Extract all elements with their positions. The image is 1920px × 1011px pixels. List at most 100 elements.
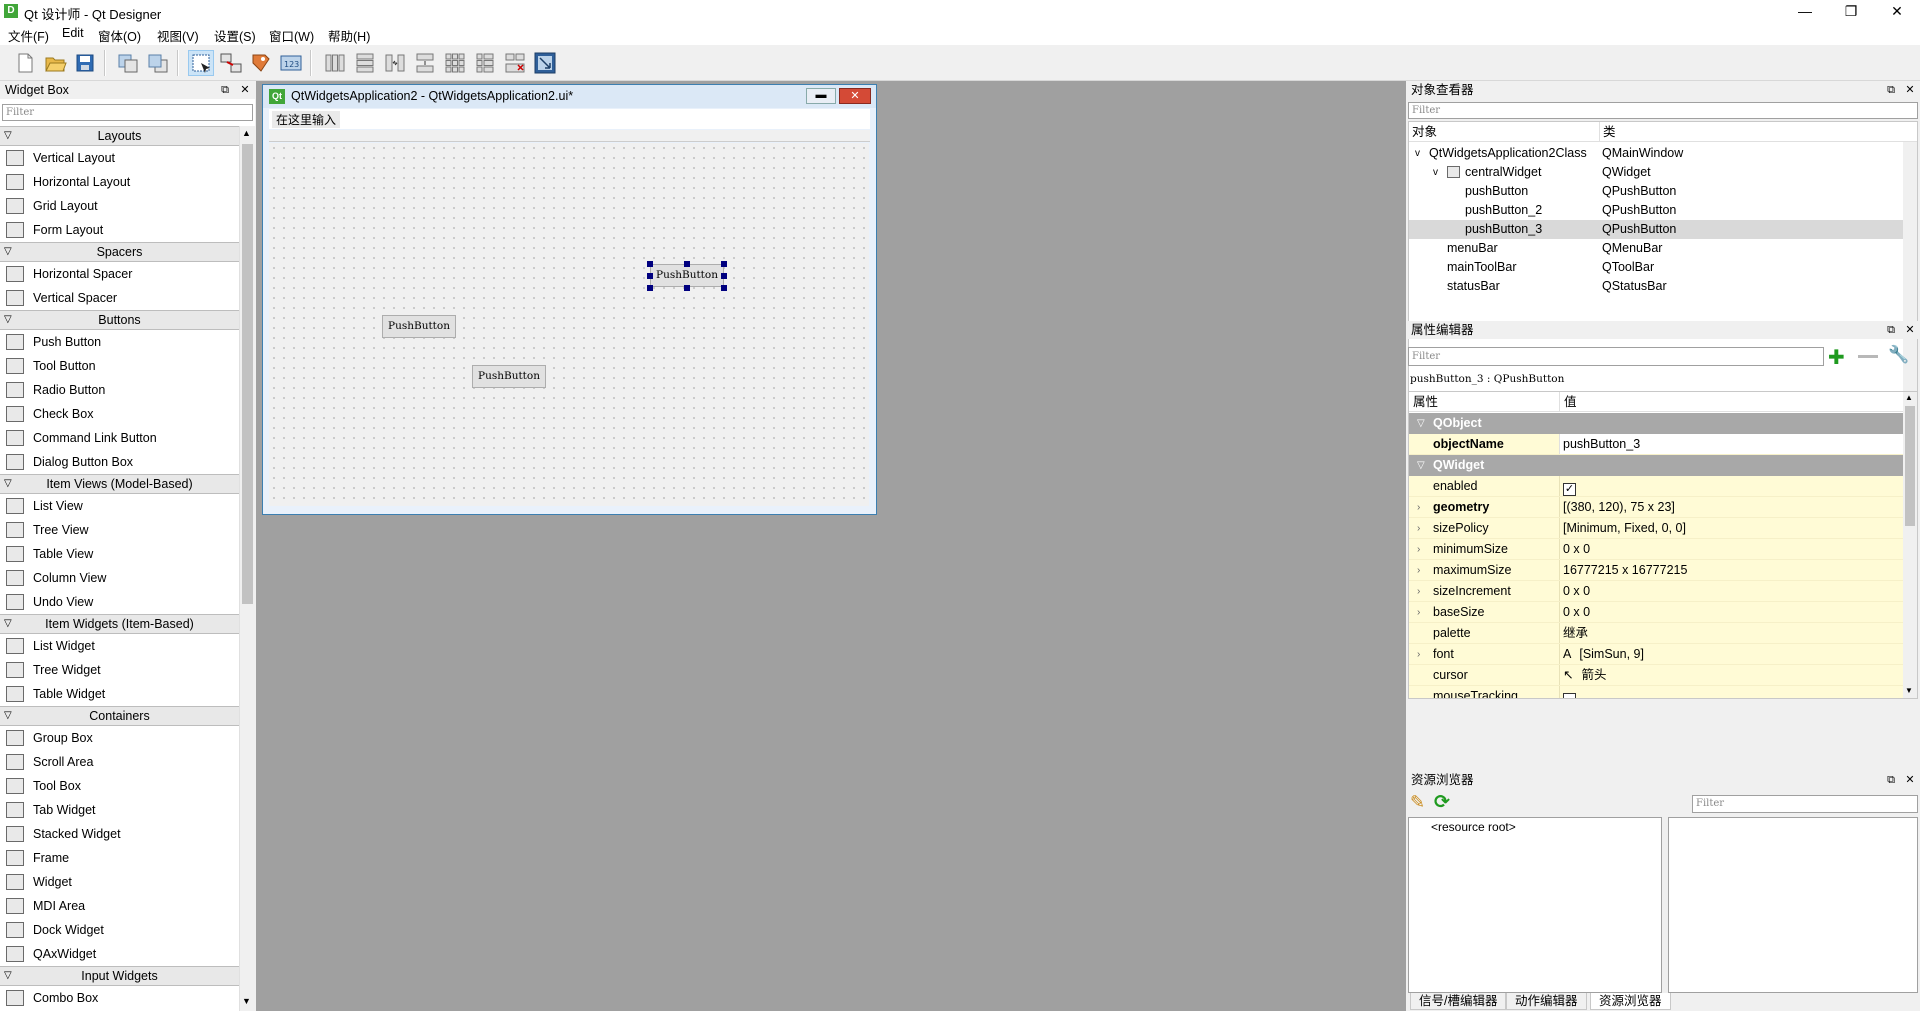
object-tree-row[interactable]: menuBar QMenuBar	[1409, 239, 1903, 258]
close-dock-icon[interactable]: ✕	[1903, 81, 1917, 99]
menu-file[interactable]: 文件(F)	[8, 26, 49, 45]
bring-to-front-icon[interactable]	[145, 50, 171, 76]
layout-horizontal-icon[interactable]	[322, 50, 348, 76]
selection-handle[interactable]	[721, 285, 727, 291]
send-to-back-icon[interactable]	[115, 50, 141, 76]
open-folder-icon[interactable]	[42, 50, 68, 76]
chevron-right-icon[interactable]: ›	[1417, 644, 1420, 665]
category-header[interactable]: ▽ Spacers	[0, 242, 239, 262]
widget-item-group-box[interactable]: Group Box	[0, 726, 239, 750]
float-icon[interactable]: ⧉	[1884, 321, 1898, 339]
selection-handle[interactable]	[647, 261, 653, 267]
menu-form[interactable]: 窗体(O)	[98, 26, 141, 45]
scroll-up-icon[interactable]: ▲	[242, 128, 251, 138]
reload-icon[interactable]: ⟳	[1434, 791, 1450, 814]
property-row-cursor[interactable]: cursor ↖ 箭头	[1409, 665, 1903, 686]
break-layout-icon[interactable]	[502, 50, 528, 76]
chevron-right-icon[interactable]: ›	[1417, 539, 1420, 560]
widget-item-check-box[interactable]: Check Box	[0, 402, 239, 426]
menu-window[interactable]: 窗口(W)	[269, 26, 314, 45]
widget-item-vertical-spacer[interactable]: Vertical Spacer	[0, 286, 239, 310]
float-icon[interactable]: ⧉	[218, 81, 232, 99]
widget-item-list-view[interactable]: List View	[0, 494, 239, 518]
chevron-right-icon[interactable]: ›	[1417, 497, 1420, 518]
new-file-icon[interactable]	[12, 50, 38, 76]
resource-filter-input[interactable]: Filter	[1692, 795, 1918, 813]
widget-box-scrollbar[interactable]: ▲ ▼	[239, 126, 255, 1011]
widget-item-form-layout[interactable]: Form Layout	[0, 218, 239, 242]
property-row-objectname[interactable]: objectName pushButton_3	[1409, 434, 1903, 455]
chevron-right-icon[interactable]: ›	[1417, 581, 1420, 602]
checkbox[interactable]: ✓	[1563, 483, 1576, 497]
property-row-font[interactable]: › font A [SimSun, 9]	[1409, 644, 1903, 665]
selection-handle[interactable]	[684, 261, 690, 267]
widget-item-qaxwidget[interactable]: QAxWidget	[0, 942, 239, 966]
property-value[interactable]: 0 x 0	[1563, 602, 1590, 623]
widget-item-push-button[interactable]: Push Button	[0, 330, 239, 354]
scroll-down-icon[interactable]: ▼	[242, 996, 251, 1006]
edit-signals-slots-icon[interactable]	[218, 50, 244, 76]
close-dock-icon[interactable]: ✕	[1903, 321, 1917, 339]
save-icon[interactable]	[72, 50, 98, 76]
widget-item-column-view[interactable]: Column View	[0, 566, 239, 590]
menu-help[interactable]: 帮助(H)	[328, 26, 370, 45]
property-row-enabled[interactable]: enabled ✓	[1409, 476, 1903, 497]
tab-resource-browser[interactable]: 资源浏览器	[1590, 993, 1671, 1010]
chevron-right-icon[interactable]: ›	[1417, 560, 1420, 581]
property-value[interactable]: 0 x 0	[1563, 581, 1590, 602]
property-group-qwidget[interactable]: ▽ QWidget	[1409, 455, 1903, 476]
restore-button[interactable]: ❐	[1828, 0, 1874, 23]
widget-item-radio-button[interactable]: Radio Button	[0, 378, 239, 402]
property-row-maximumsize[interactable]: › maximumSize 16777215 x 16777215	[1409, 560, 1903, 581]
category-header[interactable]: ▽ Containers	[0, 706, 239, 726]
selection-handle[interactable]	[647, 285, 653, 291]
resource-root-item[interactable]: <resource root>	[1431, 820, 1516, 834]
widget-item-undo-view[interactable]: Undo View	[0, 590, 239, 614]
layout-vertical-splitter-icon[interactable]	[412, 50, 438, 76]
object-tree-row[interactable]: pushButton_3 QPushButton	[1409, 220, 1903, 239]
widget-box-filter-input[interactable]: Filter	[2, 104, 253, 121]
category-header[interactable]: ▽ Layouts	[0, 126, 239, 146]
widget-item-frame[interactable]: Frame	[0, 846, 239, 870]
property-value[interactable]: [Minimum, Fixed, 0, 0]	[1563, 518, 1686, 539]
property-value[interactable]: pushButton_3	[1563, 434, 1640, 455]
scroll-thumb[interactable]	[242, 144, 253, 604]
category-header[interactable]: ▽ Buttons	[0, 310, 239, 330]
minimize-button[interactable]: —	[1782, 0, 1828, 23]
menu-view[interactable]: 视图(V)	[157, 26, 199, 45]
selection-handle[interactable]	[647, 273, 653, 279]
widget-item-combo-box[interactable]: Combo Box	[0, 986, 239, 1010]
add-property-icon[interactable]: ✚	[1828, 345, 1845, 370]
category-header[interactable]: ▽ Item Widgets (Item-Based)	[0, 614, 239, 634]
tab-action-editor[interactable]: 动作编辑器	[1506, 993, 1587, 1010]
layout-vertical-icon[interactable]	[352, 50, 378, 76]
widget-item-dock-widget[interactable]: Dock Widget	[0, 918, 239, 942]
property-row-basesize[interactable]: › baseSize 0 x 0	[1409, 602, 1903, 623]
edit-tab-order-icon[interactable]: 123	[278, 50, 304, 76]
form-minimize-button[interactable]: ▬	[806, 88, 836, 104]
push-button-3-selected[interactable]: PushButton	[650, 264, 724, 287]
configure-wrench-icon[interactable]: 🔧	[1888, 345, 1909, 365]
object-tree-row[interactable]: mainToolBar QToolBar	[1409, 258, 1903, 277]
object-tree-row[interactable]: statusBar QStatusBar	[1409, 277, 1903, 296]
widget-item-list-widget[interactable]: List Widget	[0, 634, 239, 658]
object-tree-row[interactable]: v QtWidgetsApplication2Class QMainWindow	[1409, 144, 1903, 163]
property-value[interactable]: [(380, 120), 75 x 23]	[1563, 497, 1675, 518]
object-tree-row[interactable]: pushButton_2 QPushButton	[1409, 201, 1903, 220]
push-button-1[interactable]: PushButton	[382, 315, 456, 338]
property-group-qobject[interactable]: ▽ QObject	[1409, 413, 1903, 434]
widget-item-horizontal-spacer[interactable]: Horizontal Spacer	[0, 262, 239, 286]
widget-item-widget[interactable]: Widget	[0, 870, 239, 894]
object-inspector-filter-input[interactable]: Filter	[1408, 102, 1918, 119]
object-tree-row[interactable]: pushButton QPushButton	[1409, 182, 1903, 201]
edit-widgets-icon[interactable]	[188, 50, 214, 76]
property-value[interactable]: 0 x 0	[1563, 539, 1590, 560]
widget-item-scroll-area[interactable]: Scroll Area	[0, 750, 239, 774]
widget-item-tree-view[interactable]: Tree View	[0, 518, 239, 542]
property-filter-input[interactable]: Filter	[1408, 347, 1824, 366]
property-row-mousetracking[interactable]: mouseTracking	[1409, 686, 1903, 698]
object-tree-row[interactable]: v centralWidget QWidget	[1409, 163, 1903, 182]
widget-item-tool-box[interactable]: Tool Box	[0, 774, 239, 798]
selection-handle[interactable]	[721, 261, 727, 267]
checkbox[interactable]	[1563, 693, 1576, 698]
